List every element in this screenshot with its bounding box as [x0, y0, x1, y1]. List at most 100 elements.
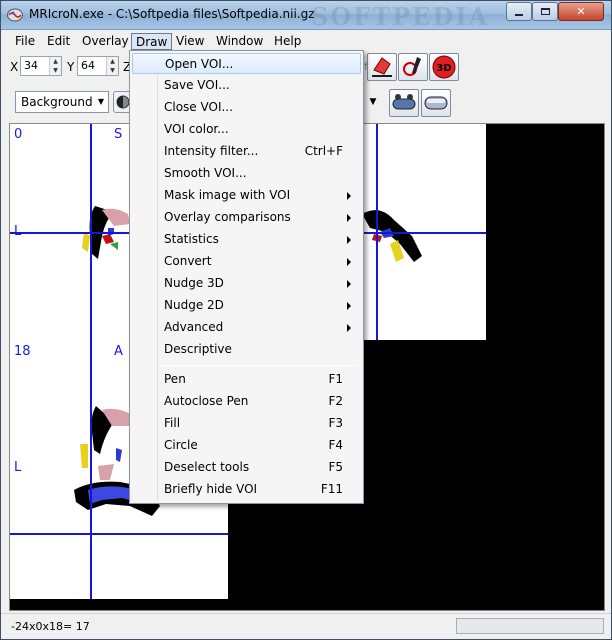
menu-item-mask-image-with-voi[interactable]: Mask image with VOI [132, 185, 361, 206]
crosshair-horizontal [10, 533, 228, 535]
menu-item-shortcut: F5 [328, 460, 343, 474]
menu-item-shortcut: F11 [320, 482, 343, 496]
menu-item-label: Close VOI... [164, 100, 233, 114]
menu-item-smooth-voi[interactable]: Smooth VOI... [132, 163, 361, 184]
menu-item-descriptive[interactable]: Descriptive [132, 339, 361, 360]
menu-item-intensity-filter[interactable]: Intensity filter... Ctrl+F [132, 141, 361, 162]
menu-view[interactable]: View [172, 33, 208, 50]
background-select[interactable]: Background ▼ [15, 91, 109, 113]
menu-item-shortcut: F2 [328, 394, 343, 408]
menu-separator [160, 365, 358, 366]
menu-overlay[interactable]: Overlay [78, 33, 133, 50]
submenu-arrow-icon [347, 192, 351, 200]
y-coordinate-stepper[interactable]: 64 ▲ ▼ [77, 56, 119, 76]
menu-item-label: Overlay comparisons [164, 210, 291, 224]
layout-button[interactable] [389, 89, 419, 117]
status-text: -24x0x18= 17 [11, 620, 90, 633]
menu-item-briefly-hide-voi[interactable]: Briefly hide VOI F11 [132, 479, 361, 500]
progress-bar [456, 618, 604, 634]
menu-item-label: Circle [164, 438, 198, 452]
menu-item-convert[interactable]: Convert [132, 251, 361, 272]
menu-item-shortcut: F3 [328, 416, 343, 430]
menu-item-label: Pen [164, 372, 186, 386]
slice-side: L [14, 460, 22, 475]
menu-item-overlay-comparisons[interactable]: Overlay comparisons [132, 207, 361, 228]
menu-item-advanced[interactable]: Advanced [132, 317, 361, 338]
minimize-icon [515, 13, 523, 16]
menu-draw[interactable]: Draw [131, 33, 173, 50]
status-bar: -24x0x18= 17 [1, 613, 611, 639]
zoom-button[interactable] [421, 89, 451, 117]
close-icon: ✕ [576, 5, 586, 18]
slice-number: 0 [14, 127, 23, 142]
menu-item-statistics[interactable]: Statistics [132, 229, 361, 250]
menu-window[interactable]: Window [212, 33, 267, 50]
arrow-down-icon[interactable]: ▼ [106, 66, 118, 75]
menu-item-deselect-tools[interactable]: Deselect tools F5 [132, 457, 361, 478]
slice-orientation: A [114, 344, 123, 359]
menu-item-label: Nudge 3D [164, 276, 224, 290]
crosshair-horizontal [350, 232, 486, 234]
menu-edit[interactable]: Edit [43, 33, 74, 50]
menu-item-circle[interactable]: Circle F4 [132, 435, 361, 456]
crosshair-vertical [90, 340, 92, 599]
menu-item-label: Briefly hide VOI [164, 482, 258, 496]
minimize-button[interactable] [506, 2, 532, 21]
menu-item-voi-color[interactable]: VOI color... [132, 119, 361, 140]
eraser-tool-button[interactable] [367, 53, 397, 81]
menu-item-label: Advanced [164, 320, 224, 334]
submenu-arrow-icon [347, 324, 351, 332]
arrow-up-icon[interactable]: ▲ [49, 57, 61, 66]
multi-slice-icon [392, 94, 416, 110]
menu-item-label: Autoclose Pen [164, 394, 249, 408]
menu-item-fill[interactable]: Fill F3 [132, 413, 361, 434]
chevron-down-icon: ▼ [97, 97, 104, 106]
arrow-down-icon[interactable]: ▼ [49, 66, 61, 75]
pen-tool-button[interactable] [398, 53, 428, 81]
x-coordinate-stepper[interactable]: 34 ▲ ▼ [20, 56, 62, 76]
eraser-icon [372, 57, 392, 77]
menu-item-label: Fill [164, 416, 181, 430]
render-3d-button[interactable]: 3D [429, 53, 459, 81]
slice-orientation: S [114, 127, 123, 142]
close-button[interactable]: ✕ [558, 2, 604, 21]
menu-item-close-voi[interactable]: Close VOI... [132, 97, 361, 118]
menu-item-label: Convert [164, 254, 212, 268]
background-select-value: Background [21, 95, 93, 109]
title-bar[interactable]: MRIcroN.exe - C:\Softpedia files\Softped… [1, 1, 611, 31]
draw-menu-dropdown: Open VOI... Save VOI... Close VOI... VOI… [129, 50, 364, 504]
submenu-arrow-icon [347, 236, 351, 244]
menu-item-label: Open VOI... [165, 57, 234, 71]
x-label: X [10, 60, 19, 74]
y-label: Y [67, 60, 75, 74]
menu-item-label: Save VOI... [164, 78, 230, 92]
menu-item-nudge-2d[interactable]: Nudge 2D [132, 295, 361, 316]
menu-item-autoclose-pen[interactable]: Autoclose Pen F2 [132, 391, 361, 412]
svg-text:3D: 3D [436, 63, 451, 74]
brain-app-icon [7, 8, 23, 22]
menu-help[interactable]: Help [270, 33, 305, 50]
menu-item-pen[interactable]: Pen F1 [132, 369, 361, 390]
menu-item-shortcut: Ctrl+F [304, 144, 343, 158]
pen-icon [403, 57, 421, 76]
arrow-up-icon[interactable]: ▲ [106, 57, 118, 66]
menu-bar: File Edit Overlay Draw View Window Help [1, 31, 611, 51]
maximize-icon [540, 8, 550, 15]
submenu-arrow-icon [347, 258, 351, 266]
maximize-button[interactable] [532, 2, 558, 21]
submenu-arrow-icon [347, 214, 351, 222]
window-title: MRIcroN.exe - C:\Softpedia files\Softped… [29, 7, 315, 21]
menu-item-label: VOI color... [164, 122, 229, 136]
menu-item-label: Mask image with VOI [164, 188, 291, 202]
menu-file[interactable]: File [11, 33, 39, 50]
menu-item-open-voi[interactable]: Open VOI... [132, 53, 361, 74]
menu-item-label: Intensity filter... [164, 144, 259, 158]
chevron-down-icon[interactable]: ▼ [363, 91, 383, 113]
coronal-slice-view[interactable] [350, 124, 486, 340]
menu-item-shortcut: F4 [328, 438, 343, 452]
menu-item-label: Descriptive [164, 342, 232, 356]
menu-item-label: Nudge 2D [164, 298, 224, 312]
menu-item-save-voi[interactable]: Save VOI... [132, 75, 361, 96]
watermark: SOFTPEDIA [311, 2, 490, 31]
menu-item-nudge-3d[interactable]: Nudge 3D [132, 273, 361, 294]
